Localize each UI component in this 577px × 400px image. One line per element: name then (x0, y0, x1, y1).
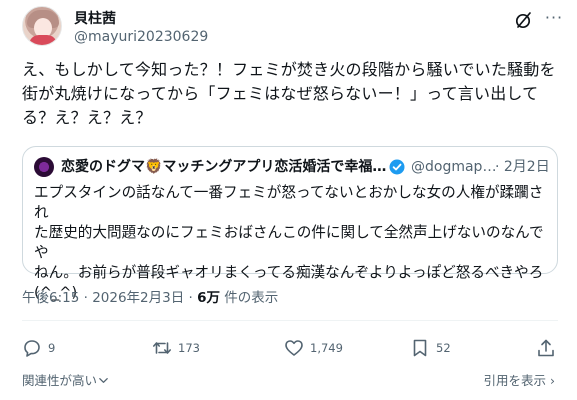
view-quotes-link[interactable]: 引用を表示 › (484, 372, 555, 390)
chevron-down-icon (99, 378, 108, 383)
tweet-text-line: え、もしかして今知った？！フェミが焚き火の段階から騒いでいた騒動を (22, 60, 556, 79)
sort-selector[interactable]: 関連性が高い (22, 372, 109, 390)
share-button[interactable] (536, 336, 562, 360)
like-button[interactable]: 1,749 (284, 336, 343, 360)
reply-count: 9 (48, 341, 56, 355)
quoted-avatar (34, 157, 54, 177)
like-count: 1,749 (310, 341, 343, 355)
action-bar: 9 173 1,749 52 (22, 336, 558, 360)
sort-label: 関連性が高い (22, 373, 98, 388)
tweet-text-line: 街が丸焼けになってから「フェミはなぜ怒らないー！」って言い出して (22, 84, 539, 103)
quoted-text: エプスタインの話なんて一番フェミが怒ってないとおかしな女の人権が蹂躙され た歴史… (34, 183, 550, 303)
reply-button[interactable]: 9 (22, 336, 55, 360)
repost-button[interactable]: 173 (152, 336, 200, 360)
tweet-text: え、もしかして今知った？！フェミが焚き火の段階から騒いでいた騒動を 街が丸焼けに… (22, 58, 558, 130)
quoted-date: · 2月2日 (495, 159, 550, 175)
display-name[interactable]: 貝柱茜 (74, 10, 116, 28)
tweet-header: 貝柱茜 @mayuri20230629 ··· (22, 6, 562, 50)
like-icon (285, 340, 303, 356)
quoted-text-line: た歴史的大問題なのにフェミおばさんこの件に関して全然声上げないのなんでや (34, 224, 544, 261)
repost-icon (153, 342, 171, 354)
views-count[interactable]: 6万 (197, 290, 220, 306)
more-icon[interactable]: ··· (544, 8, 564, 28)
user-handle[interactable]: @mayuri20230629 (74, 28, 208, 46)
share-icon (538, 339, 554, 357)
grok-icon[interactable] (514, 10, 534, 30)
verified-icon (389, 159, 405, 175)
timestamp[interactable]: 午後6:15 · 2026年2月3日 · (22, 290, 197, 306)
quoted-text-line: ねん。お前らが普段ギャオリまくってる痴漢なんぞよりよっぽど怒るべきやろ (34, 264, 544, 281)
bookmark-count: 52 (436, 341, 451, 355)
repost-count: 173 (178, 341, 200, 355)
avatar-body (29, 35, 57, 45)
quoted-display-name: 恋愛のドグマ🦁マッチングアプリ恋活婚活で幸福… (61, 159, 387, 175)
bookmark-button[interactable]: 52 (410, 336, 451, 360)
tweet-text-line: る？え？え？え？ (22, 108, 152, 127)
views-label: 件の表示 (220, 290, 279, 306)
reply-icon (24, 340, 40, 357)
divider (22, 320, 558, 321)
avatar[interactable] (22, 6, 62, 46)
tweet-meta: 午後6:15 · 2026年2月3日 · 6万 件の表示 (22, 288, 278, 308)
quoted-text-line: エプスタインの話なんて一番フェミが怒ってないとおかしな女の人権が蹂躙され (34, 184, 544, 221)
quoted-handle: @dogmap… (411, 159, 497, 175)
bookmark-icon (413, 339, 427, 357)
quoted-tweet[interactable]: 恋愛のドグマ🦁マッチングアプリ恋活婚活で幸福… @dogmap… · 2月2日 … (22, 146, 558, 301)
